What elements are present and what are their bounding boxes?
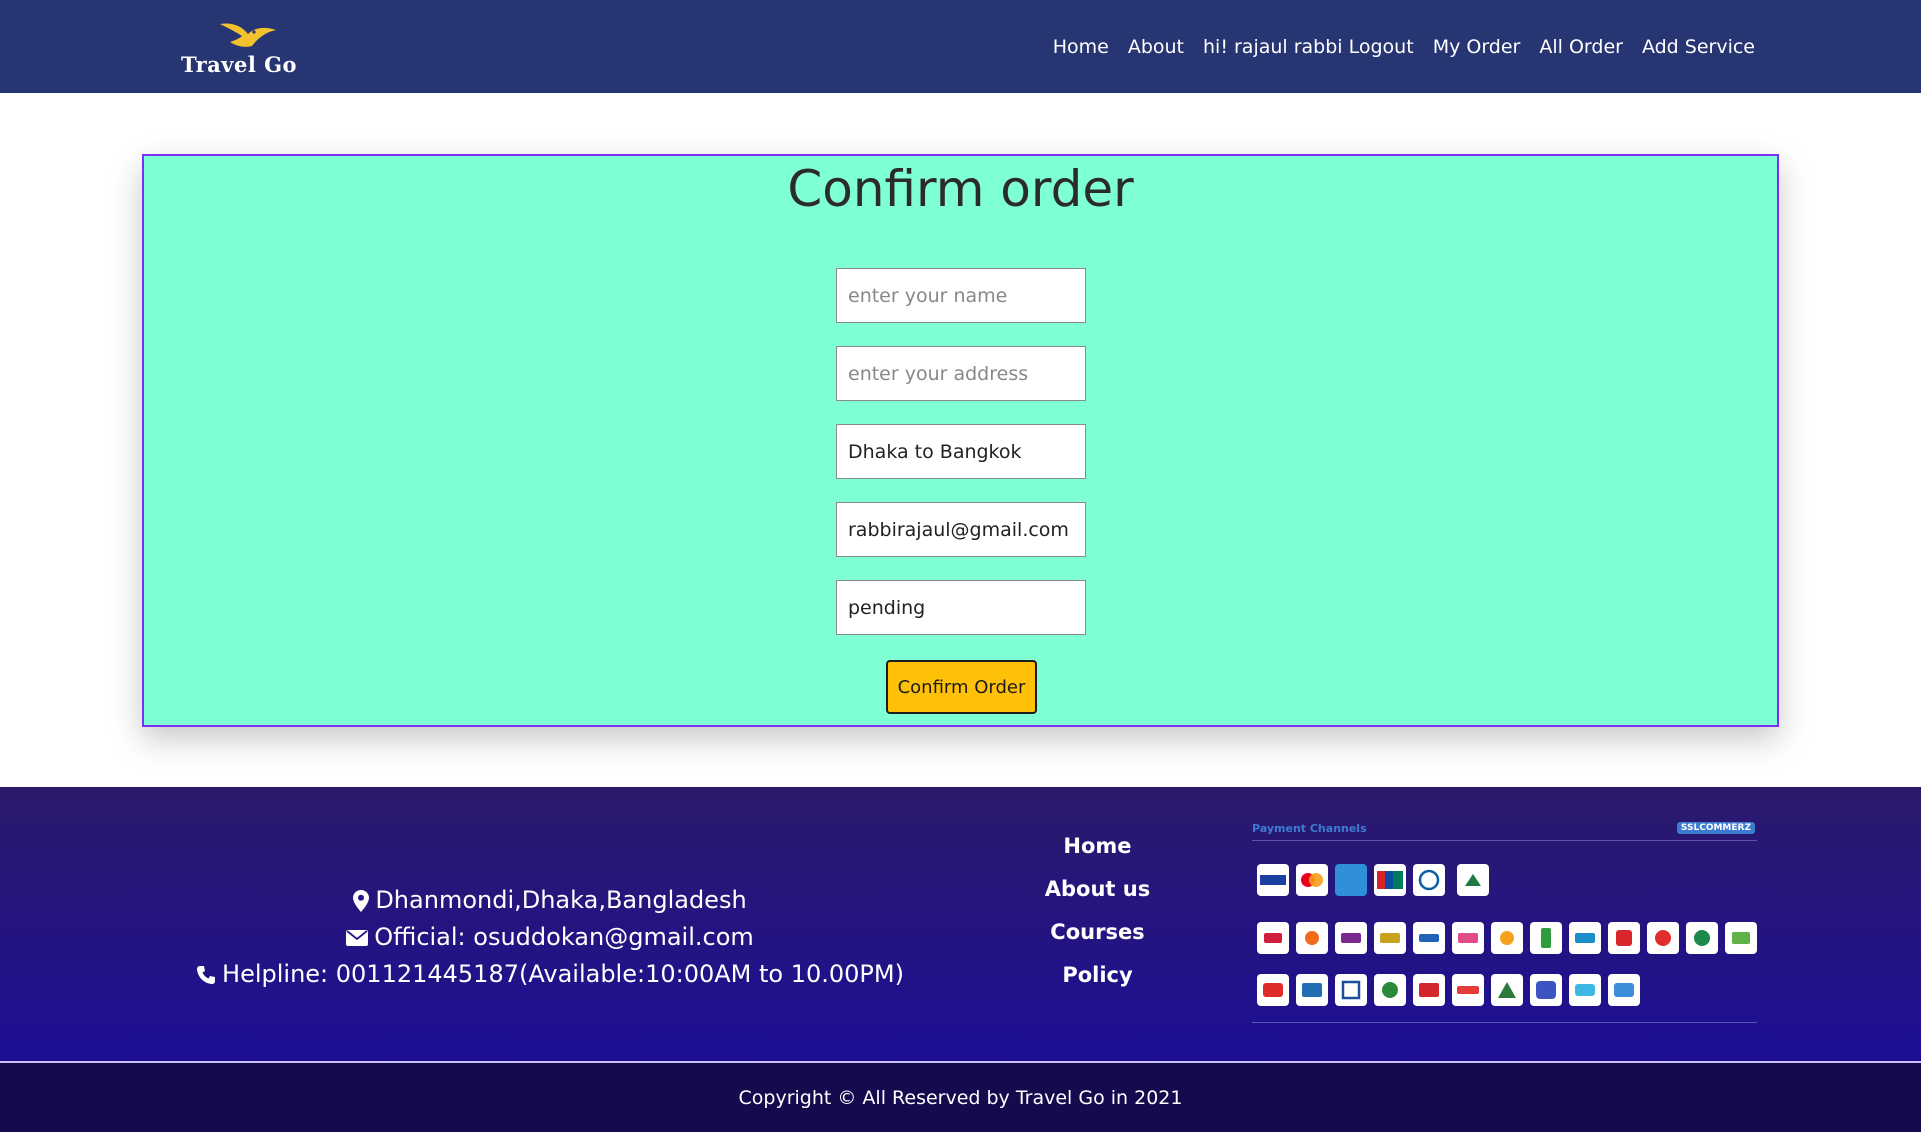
nav-all-order[interactable]: All Order <box>1539 36 1623 58</box>
email-text: Official: osuddokan@gmail.com <box>374 923 754 951</box>
name-input[interactable] <box>836 268 1086 323</box>
main-nav: Home About hi! rajaul rabbi Logout My Or… <box>1053 0 1755 93</box>
tcash-logo <box>1608 922 1640 954</box>
logo-text: Travel Go <box>181 52 298 77</box>
address-text: Dhanmondi,Dhaka,Bangladesh <box>375 886 747 914</box>
payment-divider <box>1252 840 1757 841</box>
internet-bank-logo-2 <box>1296 974 1328 1006</box>
service-input[interactable] <box>836 424 1086 479</box>
footer-link-home[interactable]: Home <box>1000 825 1195 868</box>
envelope-icon <box>346 929 369 946</box>
mobile-banking-row <box>1257 922 1757 954</box>
logo[interactable]: Travel Go <box>178 18 323 78</box>
mcash-logo <box>1569 922 1601 954</box>
nav-my-order[interactable]: My Order <box>1433 36 1521 58</box>
internet-bank-logo-8 <box>1530 974 1562 1006</box>
fastcash-logo <box>1647 922 1679 954</box>
copyright-text: Copyright © All Reserved by Travel Go in… <box>738 1086 1183 1109</box>
internet-bank-logo-1 <box>1257 974 1289 1006</box>
mobile-bank-logo-8 <box>1530 922 1562 954</box>
mastercard-logo <box>1296 864 1328 896</box>
internet-bank-logo-10 <box>1608 974 1640 1006</box>
email-input[interactable] <box>836 502 1086 557</box>
footer-link-courses[interactable]: Courses <box>1000 911 1195 954</box>
ab-bank-logo <box>1413 974 1445 1006</box>
mobile-bank-logo-7 <box>1491 922 1523 954</box>
amex-logo <box>1335 864 1367 896</box>
card-logos-row <box>1257 864 1489 896</box>
copyright-bar: Copyright © All Reserved by Travel Go in… <box>0 1063 1921 1132</box>
nav-home[interactable]: Home <box>1053 36 1109 58</box>
address-input[interactable] <box>836 346 1086 401</box>
contact-info: Dhanmondi,Dhaka,Bangladesh Official: osu… <box>150 882 950 993</box>
payment-bottom-divider <box>1252 1022 1757 1023</box>
internet-bank-logo-3 <box>1335 974 1367 1006</box>
dbbl-nexus-logo <box>1457 864 1489 896</box>
bird-icon <box>220 23 276 47</box>
mobile-bank-logo-5 <box>1413 922 1445 954</box>
contact-helpline: Helpline: 001121445187(Available:10:00AM… <box>150 956 950 993</box>
footer: Dhanmondi,Dhaka,Bangladesh Official: osu… <box>0 787 1921 1062</box>
internet-bank-logo-9 <box>1569 974 1601 1006</box>
visa-logo <box>1257 864 1289 896</box>
unionpay-logo <box>1374 864 1406 896</box>
nav-add-service[interactable]: Add Service <box>1642 36 1755 58</box>
navbar: Travel Go Home About hi! rajaul rabbi Lo… <box>0 0 1921 93</box>
map-marker-icon <box>353 889 370 912</box>
diners-club-logo <box>1413 864 1445 896</box>
contact-email: Official: osuddokan@gmail.com <box>150 919 950 956</box>
payment-brand-logo: SSLCOMMERZ <box>1676 822 1755 834</box>
footer-link-about[interactable]: About us <box>1000 868 1195 911</box>
ipay-logo <box>1257 922 1289 954</box>
payment-channels-banner: Payment Channels SSLCOMMERZ <box>1252 822 1757 1023</box>
page-title: Confirm order <box>787 160 1134 218</box>
nav-about[interactable]: About <box>1128 36 1184 58</box>
confirm-order-card: Confirm order Confirm Order <box>142 154 1779 727</box>
mobile-bank-logo-3 <box>1335 922 1367 954</box>
mobile-bank-logo-13 <box>1725 922 1757 954</box>
confirm-order-button[interactable]: Confirm Order <box>886 660 1037 714</box>
mobile-bank-logo-12 <box>1686 922 1718 954</box>
footer-links: Home About us Courses Policy <box>1000 825 1195 997</box>
mobile-bank-logo-4 <box>1374 922 1406 954</box>
internet-bank-logo-4 <box>1374 974 1406 1006</box>
status-input[interactable] <box>836 580 1086 635</box>
phone-icon <box>197 965 216 984</box>
payment-title: Payment Channels <box>1252 822 1367 835</box>
internet-banking-row <box>1257 974 1640 1006</box>
contact-address: Dhanmondi,Dhaka,Bangladesh <box>150 882 950 919</box>
internet-bank-logo-7 <box>1491 974 1523 1006</box>
mtb-logo <box>1452 974 1484 1006</box>
footer-link-policy[interactable]: Policy <box>1000 954 1195 997</box>
nav-logout[interactable]: hi! rajaul rabbi Logout <box>1203 36 1414 58</box>
helpline-text: Helpline: 001121445187(Available:10:00AM… <box>222 960 904 988</box>
rocket-logo <box>1296 922 1328 954</box>
upay-logo <box>1452 922 1484 954</box>
